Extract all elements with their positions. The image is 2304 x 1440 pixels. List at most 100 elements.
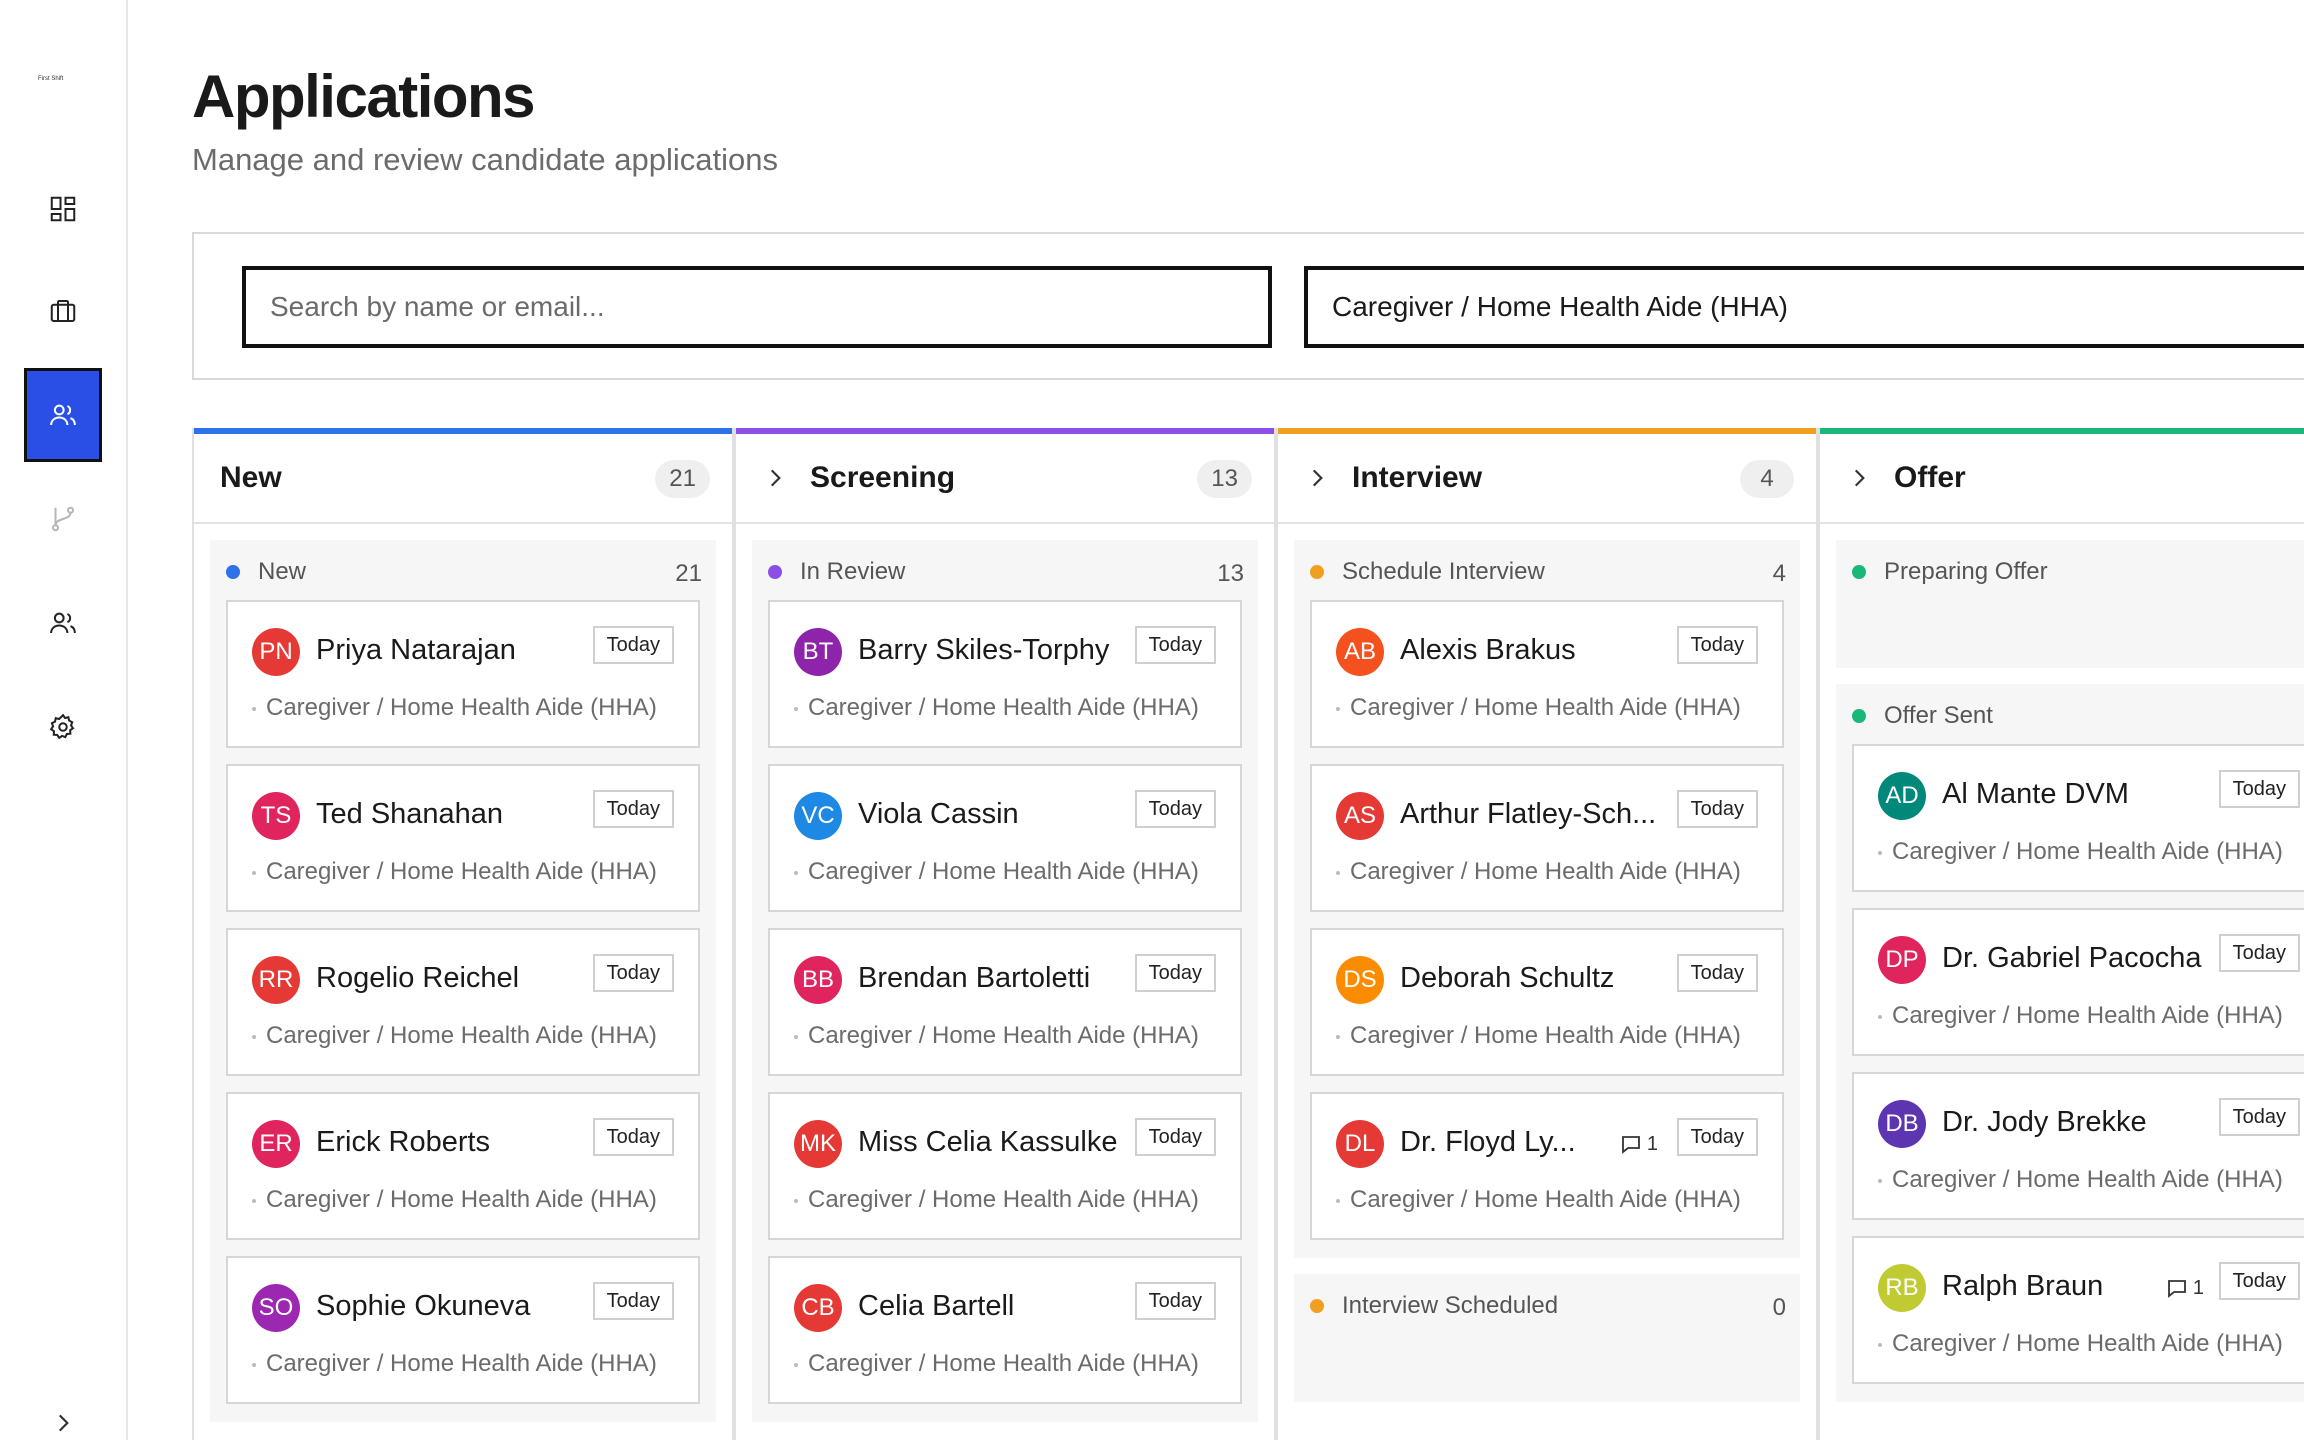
expand-sidebar-button[interactable] bbox=[48, 1408, 78, 1438]
column-header[interactable]: Offer bbox=[1820, 434, 2304, 524]
stage-empty-dropzone[interactable] bbox=[1836, 596, 2304, 668]
date-badge: Today bbox=[1676, 626, 1758, 664]
nav-dashboard[interactable] bbox=[24, 162, 102, 256]
nav-applications[interactable] bbox=[24, 368, 102, 462]
candidate-card[interactable]: MK Miss Celia Kassulke Today Caregiver / Ho… bbox=[768, 1092, 1242, 1240]
comment-count-value: 1 bbox=[1646, 1132, 1658, 1155]
candidate-card[interactable]: AD Al Mante DVM Today Caregiver / Home Heal… bbox=[1852, 744, 2304, 892]
briefcase-icon bbox=[50, 300, 76, 322]
candidate-card[interactable]: TS Ted Shanahan Today Caregiver / Home Heal… bbox=[226, 764, 700, 912]
chevron-right-icon[interactable] bbox=[1304, 465, 1330, 491]
column-header[interactable]: Interview 4 bbox=[1278, 434, 1816, 524]
bullet-icon bbox=[1878, 1342, 1882, 1347]
candidate-role: Caregiver / Home Health Aide (HHA) bbox=[794, 1022, 1199, 1050]
job-select[interactable]: Caregiver / Home Health Aide (HHA) bbox=[1304, 266, 2304, 348]
candidate-card[interactable]: VC Viola Cassin Today Caregiver / Home Heal… bbox=[768, 764, 1242, 912]
date-badge: Today bbox=[1134, 954, 1216, 992]
chevron-right-icon[interactable] bbox=[762, 465, 788, 491]
candidate-name[interactable]: Dr. Floyd Ly... bbox=[1400, 1126, 1576, 1159]
candidate-name[interactable]: Ted Shanahan bbox=[316, 798, 503, 831]
status-dot bbox=[1852, 565, 1866, 579]
bullet-icon bbox=[252, 870, 256, 875]
candidate-name[interactable]: Deborah Schultz bbox=[1400, 962, 1614, 995]
date-badge: Today bbox=[2218, 770, 2300, 808]
candidate-name[interactable]: Sophie Okuneva bbox=[316, 1290, 530, 1323]
stage-group: Schedule Interview 4 AB Alexis Brakus Today C… bbox=[1294, 540, 1800, 1258]
status-dot bbox=[1852, 709, 1866, 723]
candidate-name[interactable]: Priya Natarajan bbox=[316, 634, 516, 667]
stage-name: Preparing Offer bbox=[1884, 558, 2048, 585]
candidate-name[interactable]: Erick Roberts bbox=[316, 1126, 490, 1159]
candidate-card[interactable]: RR Rogelio Reichel Today Caregiver / Home H… bbox=[226, 928, 700, 1076]
candidate-card[interactable]: DP Dr. Gabriel Pacocha Today Caregiver / Ho… bbox=[1852, 908, 2304, 1056]
candidate-name[interactable]: Dr. Gabriel Pacocha bbox=[1942, 942, 2202, 975]
date-badge: Today bbox=[2218, 1098, 2300, 1136]
candidate-card[interactable]: RB Ralph Braun 1 Today Caregiver / Home Heal… bbox=[1852, 1236, 2304, 1384]
candidate-card[interactable]: DB Dr. Jody Brekke Today Caregiver / Home H… bbox=[1852, 1072, 2304, 1220]
column-title: Interview bbox=[1352, 461, 1483, 494]
candidate-role-text: Caregiver / Home Health Aide (HHA) bbox=[266, 1022, 657, 1049]
candidate-card[interactable]: AS Arthur Flatley-Sch... Today Caregiver / … bbox=[1310, 764, 1784, 912]
candidate-role: Caregiver / Home Health Aide (HHA) bbox=[794, 858, 1199, 886]
candidate-role: Caregiver / Home Health Aide (HHA) bbox=[1878, 838, 2283, 866]
stage-group-header: In Review 13 bbox=[752, 548, 1258, 596]
stage-group: Interview Scheduled 0 bbox=[1294, 1274, 1800, 1402]
candidate-name[interactable]: Barry Skiles-Torphy bbox=[858, 634, 1109, 667]
candidate-role: Caregiver / Home Health Aide (HHA) bbox=[252, 694, 657, 722]
comment-icon bbox=[1621, 1136, 1640, 1154]
status-dot bbox=[1310, 565, 1324, 579]
candidate-name[interactable]: Alexis Brakus bbox=[1400, 634, 1576, 667]
bullet-icon bbox=[252, 1362, 256, 1367]
candidate-card[interactable]: BT Barry Skiles-Torphy Today Caregiver / Ho… bbox=[768, 600, 1242, 748]
candidate-role: Caregiver / Home Health Aide (HHA) bbox=[252, 1350, 657, 1378]
candidate-name[interactable]: Arthur Flatley-Sch... bbox=[1400, 798, 1656, 831]
candidate-card[interactable]: SO Sophie Okuneva Today Caregiver / Home He… bbox=[226, 1256, 700, 1404]
comment-count[interactable]: 1 bbox=[1619, 1132, 1658, 1156]
candidate-card[interactable]: DL Dr. Floyd Ly... 1 Today Caregiver / Home … bbox=[1310, 1092, 1784, 1240]
candidate-name[interactable]: Rogelio Reichel bbox=[316, 962, 519, 995]
nav-jobs[interactable] bbox=[24, 264, 102, 358]
candidate-role: Caregiver / Home Health Aide (HHA) bbox=[252, 858, 657, 886]
candidate-role: Caregiver / Home Health Aide (HHA) bbox=[794, 694, 1199, 722]
candidate-card[interactable]: BB Brendan Bartoletti Today Caregiver / Hom… bbox=[768, 928, 1242, 1076]
candidate-card[interactable]: ER Erick Roberts Today Caregiver / Home Hea… bbox=[226, 1092, 700, 1240]
status-dot bbox=[768, 565, 782, 579]
nav-pipeline[interactable] bbox=[24, 472, 102, 566]
column-header[interactable]: Screening 13 bbox=[736, 434, 1274, 524]
candidate-name[interactable]: Al Mante DVM bbox=[1942, 778, 2129, 811]
nav-contacts[interactable] bbox=[24, 576, 102, 670]
column-screening: Screening 13 In Review 13 BT Barry Skiles-Tor… bbox=[734, 428, 1276, 1440]
avatar: AS bbox=[1336, 792, 1384, 840]
nav-settings[interactable] bbox=[24, 680, 102, 774]
candidate-name[interactable]: Miss Celia Kassulke bbox=[858, 1126, 1117, 1159]
candidate-name[interactable]: Ralph Braun bbox=[1942, 1270, 2103, 1303]
candidate-role: Caregiver / Home Health Aide (HHA) bbox=[1336, 858, 1741, 886]
candidate-card[interactable]: DS Deborah Schultz Today Caregiver / Home H… bbox=[1310, 928, 1784, 1076]
candidate-name[interactable]: Brendan Bartoletti bbox=[858, 962, 1090, 995]
candidate-role-text: Caregiver / Home Health Aide (HHA) bbox=[808, 1022, 1199, 1049]
dashboard-icon bbox=[50, 196, 76, 222]
chevron-right-icon[interactable] bbox=[1846, 465, 1872, 491]
logo[interactable]: First Shift bbox=[38, 76, 63, 82]
stage-group-header: Offer Sent bbox=[1836, 692, 2304, 740]
column-header[interactable]: New 21 bbox=[194, 434, 732, 524]
kanban-board: New 21 New 21 PN Priya Natarajan Today Caregive… bbox=[192, 428, 2304, 1440]
candidate-name[interactable]: Celia Bartell bbox=[858, 1290, 1014, 1323]
candidate-card[interactable]: CB Celia Bartell Today Caregiver / Home Hea… bbox=[768, 1256, 1242, 1404]
candidate-role: Caregiver / Home Health Aide (HHA) bbox=[794, 1186, 1199, 1214]
search-input[interactable] bbox=[242, 266, 1272, 348]
candidate-role: Caregiver / Home Health Aide (HHA) bbox=[1878, 1330, 2283, 1358]
stage-empty-dropzone[interactable] bbox=[1294, 1330, 1800, 1402]
candidate-role: Caregiver / Home Health Aide (HHA) bbox=[1878, 1166, 2283, 1194]
candidate-name[interactable]: Viola Cassin bbox=[858, 798, 1019, 831]
avatar: ER bbox=[252, 1120, 300, 1168]
date-badge: Today bbox=[1676, 954, 1758, 992]
comment-count[interactable]: 1 bbox=[2165, 1276, 2204, 1300]
stage-name: Offer Sent bbox=[1884, 702, 1993, 729]
candidate-card[interactable]: PN Priya Natarajan Today Caregiver / Home H… bbox=[226, 600, 700, 748]
candidate-card[interactable]: AB Alexis Brakus Today Caregiver / Home Hea… bbox=[1310, 600, 1784, 748]
candidate-name[interactable]: Dr. Jody Brekke bbox=[1942, 1106, 2147, 1139]
page-title: Applications bbox=[192, 63, 536, 130]
comment-count-value: 1 bbox=[2192, 1276, 2204, 1299]
stage-group: Preparing Offer bbox=[1836, 540, 2304, 668]
